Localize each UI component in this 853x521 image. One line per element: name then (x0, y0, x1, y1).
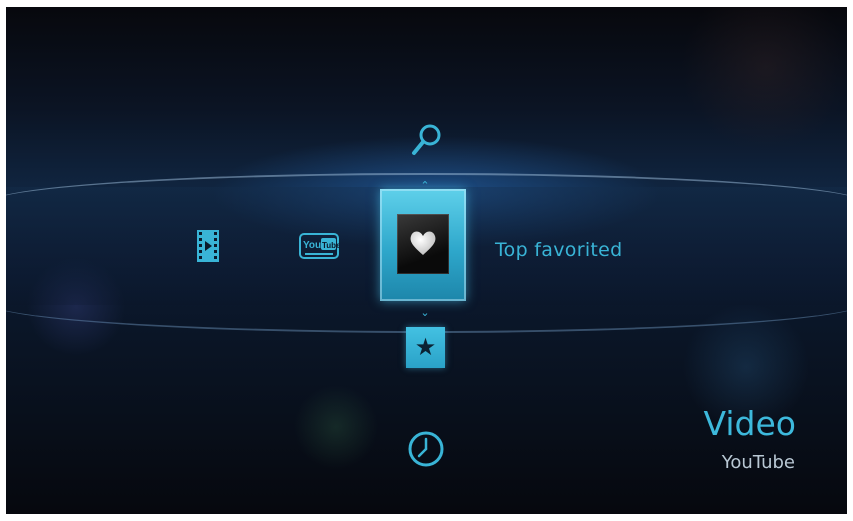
favorites-star-tile[interactable]: ★ (406, 327, 445, 368)
svg-text:You: You (303, 240, 321, 251)
selected-menu-tile[interactable] (380, 189, 466, 301)
chevron-down-icon[interactable]: ⌄ (415, 307, 435, 318)
tile-thumbnail (397, 214, 449, 274)
media-player-screen: ⌃ You Tube Top favorited ⌄ ★ Video YouTu… (6, 7, 847, 514)
svg-text:Tube: Tube (322, 241, 339, 250)
clock-icon[interactable] (406, 429, 446, 469)
heart-icon (408, 228, 438, 258)
search-icon[interactable] (406, 120, 446, 164)
youtube-icon[interactable]: You Tube (299, 233, 341, 259)
star-icon: ★ (414, 333, 437, 361)
film-icon[interactable] (197, 230, 219, 262)
section-subtitle: YouTube (721, 452, 795, 473)
selected-category-label: Top favorited (495, 239, 623, 261)
section-title: Video (703, 404, 796, 443)
